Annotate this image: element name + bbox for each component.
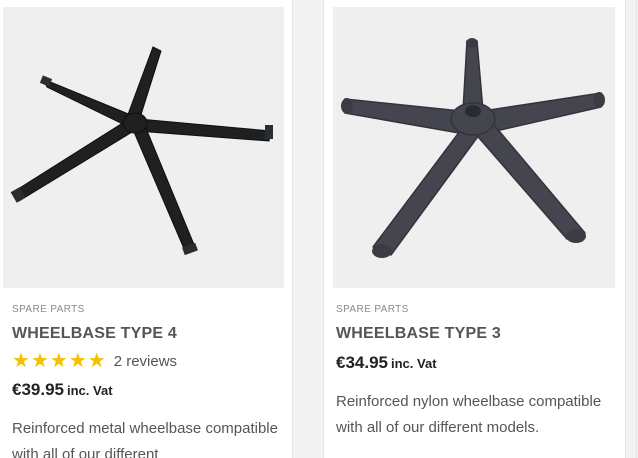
price-vat-label: inc. Vat [67,383,113,398]
product-image-nylon-wheelbase[interactable] [333,7,615,288]
product-rating[interactable]: ★ ★ ★ ★ ★ 2 reviews [12,350,282,372]
product-title[interactable]: WHEELBASE TYPE 3 [336,324,615,344]
product-grid: SPARE PARTS WHEELBASE TYPE 4 ★ ★ ★ ★ ★ 2… [0,0,638,458]
product-title[interactable]: WHEELBASE TYPE 4 [12,324,282,344]
product-description: Reinforced nylon wheelbase compatible wi… [336,393,602,436]
review-count[interactable]: 2 reviews [114,353,177,370]
product-price: €39.95 inc. Vat [12,380,282,402]
wheelbase-metal-image [10,46,273,256]
star-icon: ★ [12,350,30,372]
next-card-edge [626,0,638,458]
price-amount: €34.95 [336,353,388,372]
price-vat-label: inc. Vat [391,356,437,371]
product-info: SPARE PARTS WHEELBASE TYPE 3 €34.95 inc.… [336,303,615,441]
product-card[interactable]: SPARE PARTS WHEELBASE TYPE 4 ★ ★ ★ ★ ★ 2… [0,0,293,458]
product-category: SPARE PARTS [12,304,85,315]
star-icon: ★ [68,350,87,372]
product-info: SPARE PARTS WHEELBASE TYPE 4 ★ ★ ★ ★ ★ 2… [12,303,282,458]
star-icon: ★ [49,350,68,372]
product-price: €34.95 inc. Vat [336,353,615,375]
price-amount: €39.95 [12,380,64,399]
wheelbase-nylon-image [341,38,605,258]
product-image-metal-wheelbase[interactable] [3,7,284,288]
star-icon: ★ [87,350,106,372]
product-category: SPARE PARTS [336,304,409,315]
star-rating: ★ ★ ★ ★ ★ [12,351,106,371]
product-description: Reinforced metal wheelbase compatible wi… [12,420,278,458]
product-card[interactable]: SPARE PARTS WHEELBASE TYPE 3 €34.95 inc.… [323,0,626,458]
star-icon: ★ [30,350,49,372]
